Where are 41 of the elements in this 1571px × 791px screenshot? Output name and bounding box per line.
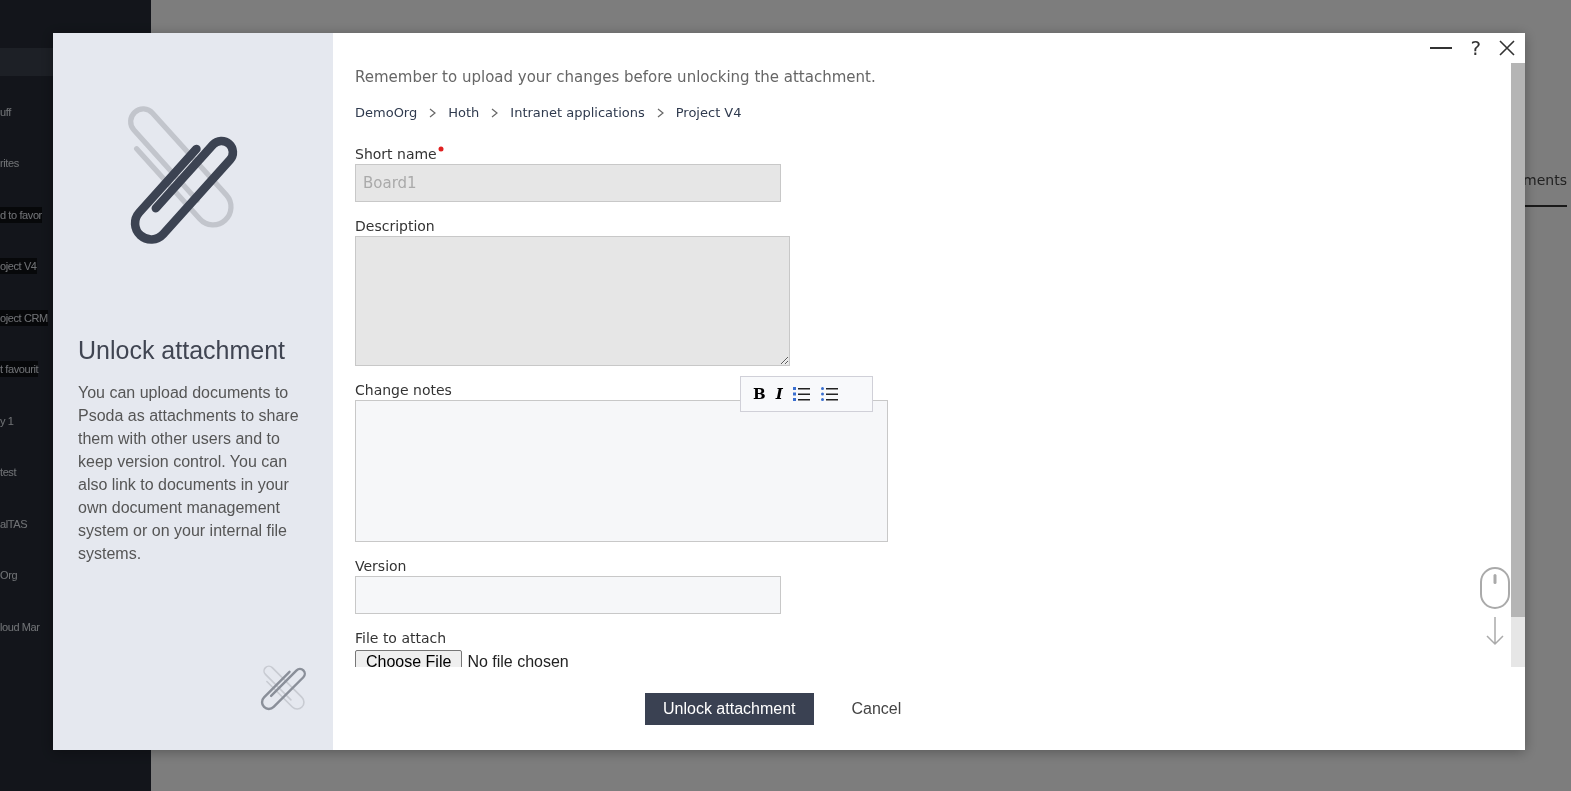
breadcrumb-link[interactable]: Intranet applications [510,105,645,120]
file-status: No file chosen [467,653,569,667]
sidebar-item[interactable]: oject V4 [0,258,37,275]
sidebar-item[interactable]: uff [0,103,11,120]
field-label: Description [355,218,435,234]
cancel-button[interactable]: Cancel [845,698,908,719]
sidebar-item[interactable]: rites [0,155,19,172]
sidebar-item[interactable]: test [0,464,17,481]
minimize-button[interactable] [1430,46,1453,50]
chevron-icon [429,107,437,118]
sidebar-item[interactable]: alTAS [0,515,28,532]
sidebar-item[interactable]: Org [0,567,18,584]
chevron-icon [656,107,664,118]
field-label: Version [355,558,407,574]
italic-button[interactable]: I [775,385,783,403]
choose-file-button[interactable]: Choose File [355,650,463,667]
down-arrow-icon [1485,616,1505,646]
breadcrumb-link[interactable]: Project V4 [675,105,742,120]
help-button[interactable]: ? [1470,36,1481,60]
sidebar-item[interactable]: d to favor [0,206,42,223]
field-label: Short name [355,146,437,162]
field-label: File to attach [355,630,447,646]
chevron-icon [491,107,499,118]
unlock-button[interactable]: Unlock attachment [645,692,814,725]
breadcrumb-link[interactable]: Hoth [448,105,480,120]
mouse-icon [1479,566,1511,610]
breadcrumb-link[interactable]: DemoOrg [355,105,418,120]
dialog-title: Unlock attachment [78,336,287,365]
sidebar-item[interactable]: y 1 [0,412,14,429]
field-label: Change notes [355,382,452,398]
sidebar-item[interactable]: loud Mar [0,618,40,635]
notice-text: Remember to upload your changes before unlocking the attachment. [355,68,877,86]
bold-button[interactable]: B [753,385,766,403]
text-field[interactable] [355,576,781,614]
close-button[interactable] [1499,40,1515,56]
bulleted-list-icon[interactable] [820,386,839,402]
sidebar-item[interactable]: t favourit [0,361,39,378]
scrollbar[interactable] [1511,63,1525,667]
sidebar-item[interactable]: oject CRM [0,309,48,326]
help-text: You can upload documents to Psoda as attachments to share them with other users and to keep version control. You can also link to documents in your own document management system or on your internal file systems. [78,383,300,564]
numbered-list-icon[interactable] [792,386,811,402]
